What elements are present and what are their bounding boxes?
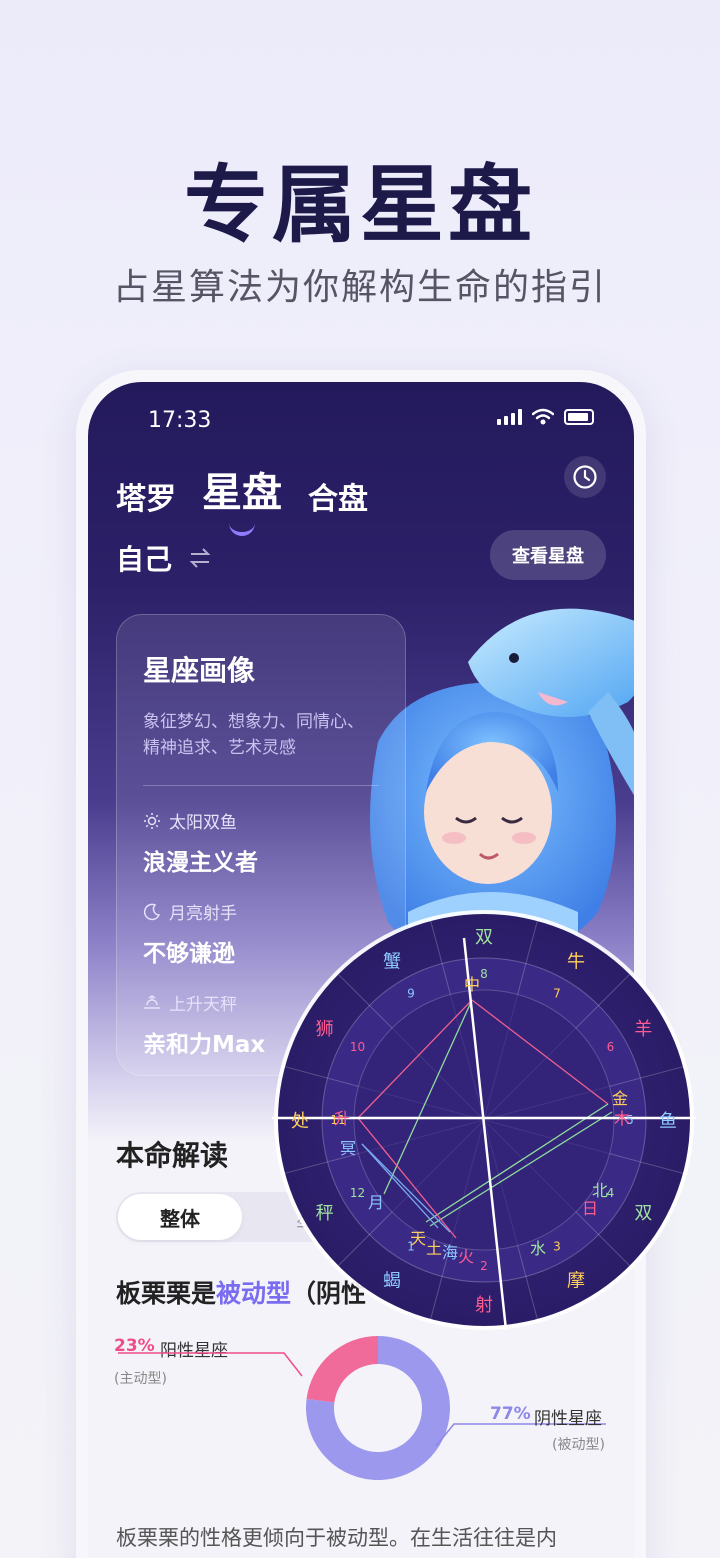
trait-label: 月亮射手: [169, 904, 237, 924]
planet-glyph: 火: [458, 1247, 474, 1266]
status-icons: [497, 408, 594, 426]
planet-glyph: 中: [464, 975, 480, 994]
tab-bar: 塔罗 星盘 合盘: [116, 460, 368, 536]
history-button[interactable]: [564, 456, 606, 498]
trait-value: 浪漫主义者: [143, 850, 258, 876]
zodiac-sign-label: 射: [475, 1295, 493, 1316]
astrology-chart-wheel[interactable]: 蟹双牛羊鱼双摩射蝎秤处狮 987654321121110 中金木北日水火海土天月…: [272, 908, 696, 1332]
planet-glyph: 水: [530, 1239, 546, 1258]
zodiac-sign-label: 双: [634, 1203, 652, 1224]
house-number: 3: [553, 1239, 561, 1253]
house-number: 12: [350, 1186, 365, 1200]
segment-overall[interactable]: 整体: [118, 1194, 242, 1240]
planet-glyph: 冥: [340, 1139, 356, 1158]
planet-glyph: 木: [614, 1109, 630, 1128]
status-time: 17:33: [148, 408, 212, 433]
planet-glyph: 金: [612, 1089, 628, 1108]
house-number: 10: [350, 1040, 365, 1054]
natal-section-title: 本命解读: [116, 1139, 229, 1172]
yang-leader-line: [118, 1352, 303, 1377]
trait-sun: 太阳双鱼 浪漫主义者: [143, 808, 379, 877]
profile-row[interactable]: 自己: [116, 538, 212, 578]
divider: [143, 785, 379, 786]
zodiac-sign-label: 处: [291, 1111, 309, 1132]
portrait-title: 星座画像: [143, 654, 256, 687]
planet-glyph: 土: [426, 1239, 442, 1258]
wifi-icon: [532, 408, 554, 425]
swap-icon[interactable]: [188, 547, 212, 569]
tab-chart[interactable]: 星盘: [202, 460, 282, 536]
clock-icon: [573, 465, 597, 489]
zodiac-sign-label: 蟹: [383, 952, 401, 973]
planet-glyph: 月: [368, 1193, 384, 1212]
zodiac-sign-label: 蝎: [383, 1270, 401, 1291]
type-prefix: 板栗栗是: [116, 1279, 217, 1308]
yin-label: 阴性星座: [534, 1409, 602, 1429]
sun-icon: [144, 812, 160, 829]
zodiac-sign-label: 狮: [316, 1019, 334, 1040]
house-number: 2: [480, 1259, 488, 1273]
planet-glyph: 海: [442, 1243, 458, 1262]
profile-name: 自己: [116, 543, 173, 576]
horizon-icon: [144, 994, 160, 1009]
zodiac-sign-label: 摩: [567, 1270, 585, 1291]
view-chart-button[interactable]: 查看星盘: [490, 530, 606, 580]
tab-tarot[interactable]: 塔罗: [116, 474, 176, 518]
hero-subtitle: 占星算法为你解构生命的指引: [112, 267, 607, 308]
tab-synastry[interactable]: 合盘: [308, 474, 368, 518]
natal-description: 板栗栗的性格更倾向于被动型。在生活往往是内: [116, 1526, 557, 1550]
house-number: 7: [553, 987, 561, 1001]
moon-icon: [143, 903, 161, 920]
donut-yang-slice: [306, 1336, 378, 1403]
house-number: 9: [407, 987, 415, 1001]
planet-glyph: 天: [410, 1229, 426, 1248]
zodiac-sign-label: 双: [475, 927, 493, 948]
hero-title: 专属星盘: [183, 155, 536, 254]
planet-glyph: 北: [592, 1181, 608, 1200]
zodiac-sign-label: 鱼: [659, 1111, 677, 1132]
planet-glyph: 升: [334, 1109, 350, 1128]
yin-type: (被动型): [552, 1437, 605, 1453]
trait-label: 上升天秤: [169, 995, 237, 1015]
signal-icon: [497, 409, 522, 425]
house-number: 8: [480, 967, 488, 981]
battery-icon: [564, 409, 594, 425]
zodiac-sign-label: 牛: [567, 952, 585, 973]
zodiac-sign-label: 羊: [634, 1019, 652, 1040]
house-number: 6: [607, 1040, 615, 1054]
yin-percent: 77%: [490, 1404, 531, 1424]
trait-label: 太阳双鱼: [169, 813, 237, 833]
planet-glyph: 日: [582, 1199, 598, 1218]
zodiac-sign-label: 秤: [316, 1203, 334, 1224]
portrait-description: 象征梦幻、想象力、同情心、精神追求、艺术灵感: [143, 712, 364, 758]
